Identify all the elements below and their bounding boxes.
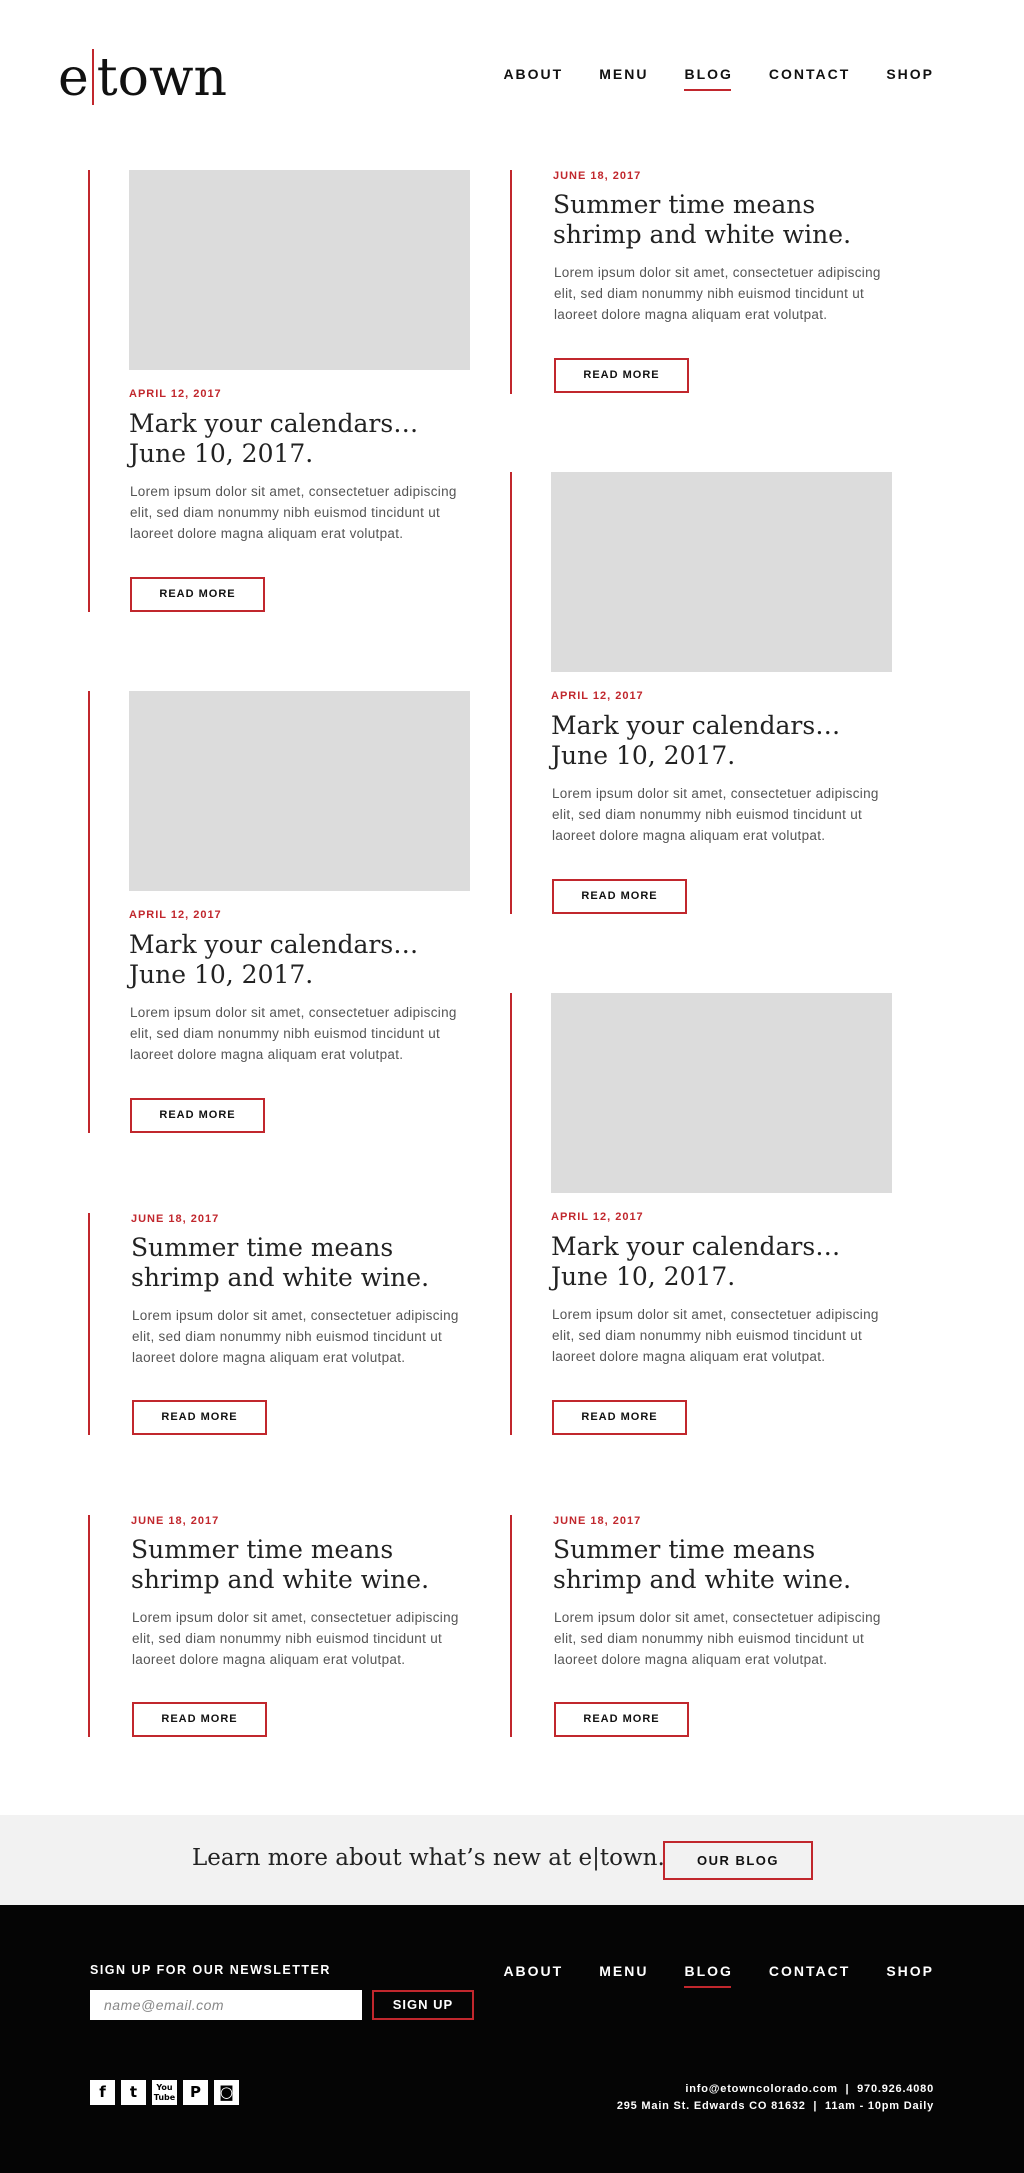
post-image-placeholder[interactable] [551,472,892,672]
newsletter-email-input[interactable] [90,1990,362,2020]
logo-divider [91,49,94,105]
contact-info: info@etowncolorado.com | 970.926.4080 29… [617,2081,934,2115]
newsletter-label: SIGN UP FOR OUR NEWSLETTER [90,1963,331,1977]
read-more-button[interactable]: READ MORE [554,1702,689,1737]
site-footer: SIGN UP FOR OUR NEWSLETTER SIGN UP ABOUT… [0,1905,1024,2173]
post-image-placeholder[interactable] [551,993,892,1193]
logo-left-text: e [58,48,89,108]
post-date: APRIL 12, 2017 [129,909,222,921]
blog-post-card: JUNE 18, 2017 Summer time means shrimp a… [88,1515,488,1737]
facebook-icon[interactable]: f [90,2080,115,2105]
post-excerpt: Lorem ipsum dolor sit amet, consectetuer… [554,265,881,322]
post-image-placeholder[interactable] [129,691,470,891]
nav-item-menu[interactable]: MENU [599,66,648,88]
post-title[interactable]: Mark your calendars… June 10, 2017. [129,409,469,469]
post-title[interactable]: Summer time means shrimp and white wine. [131,1535,471,1595]
cta-text: Learn more about what’s new at e|town. [192,1845,665,1871]
blog-post-card: APRIL 12, 2017 Mark your calendars… June… [88,170,488,612]
logo-right-text: town [96,48,227,108]
our-blog-button[interactable]: OUR BLOG [663,1841,813,1880]
post-date: JUNE 18, 2017 [553,1515,642,1527]
post-excerpt: Lorem ipsum dolor sit amet, consectetuer… [130,1005,457,1062]
read-more-button[interactable]: READ MORE [132,1400,267,1435]
etown-logo[interactable]: e town [58,48,227,108]
post-title[interactable]: Mark your calendars… June 10, 2017. [551,711,891,771]
post-title[interactable]: Mark your calendars… June 10, 2017. [551,1232,891,1292]
read-more-button[interactable]: READ MORE [132,1702,267,1737]
post-accent-line [88,170,90,612]
post-excerpt: Lorem ipsum dolor sit amet, consectetuer… [554,1610,881,1667]
pinterest-icon[interactable]: P [183,2080,208,2105]
blog-post-card: APRIL 12, 2017 Mark your calendars… June… [510,472,910,914]
post-title[interactable]: Mark your calendars… June 10, 2017. [129,930,469,990]
main-nav: ABOUT MENU BLOG CONTACT SHOP [467,66,934,91]
footer-nav-item-shop[interactable]: SHOP [886,1963,934,1985]
nav-item-about[interactable]: ABOUT [503,66,563,88]
sign-up-button[interactable]: SIGN UP [372,1990,474,2020]
blog-post-card: JUNE 18, 2017 Summer time means shrimp a… [88,1213,488,1435]
read-more-button[interactable]: READ MORE [552,1400,687,1435]
social-links: f t You Tube P ◙ [90,2080,239,2105]
post-date: APRIL 12, 2017 [551,1211,644,1223]
post-accent-line [510,472,512,914]
footer-nav-item-blog[interactable]: BLOG [684,1963,732,1988]
nav-item-contact[interactable]: CONTACT [769,66,850,88]
post-excerpt: Lorem ipsum dolor sit amet, consectetuer… [130,484,457,541]
twitter-icon[interactable]: t [121,2080,146,2105]
nav-item-blog[interactable]: BLOG [684,66,732,91]
post-accent-line [510,1515,512,1737]
footer-nav-item-about[interactable]: ABOUT [503,1963,563,1985]
post-accent-line [88,1213,90,1435]
instagram-icon[interactable]: ◙ [214,2080,239,2105]
post-excerpt: Lorem ipsum dolor sit amet, consectetuer… [132,1308,459,1365]
post-accent-line [510,170,512,394]
post-title[interactable]: Summer time means shrimp and white wine. [553,1535,893,1595]
footer-nav-item-contact[interactable]: CONTACT [769,1963,850,1985]
post-excerpt: Lorem ipsum dolor sit amet, consectetuer… [552,786,879,843]
footer-nav: ABOUT MENU BLOG CONTACT SHOP [467,1963,934,1988]
site-header: e town ABOUT MENU BLOG CONTACT SHOP [0,0,1024,150]
post-image-placeholder[interactable] [129,170,470,370]
blog-cta-band: Learn more about what’s new at e|town. O… [0,1815,1024,1905]
blog-post-card: JUNE 18, 2017 Summer time means shrimp a… [510,1515,910,1737]
read-more-button[interactable]: READ MORE [554,358,689,393]
read-more-button[interactable]: READ MORE [552,879,687,914]
post-date: JUNE 18, 2017 [553,170,642,182]
contact-address-hours: 295 Main St. Edwards CO 81632 | 11am - 1… [616,2100,934,2112]
post-accent-line [510,993,512,1435]
post-title[interactable]: Summer time means shrimp and white wine. [553,190,893,250]
read-more-button[interactable]: READ MORE [130,577,265,612]
youtube-icon[interactable]: You Tube [152,2080,177,2105]
post-date: JUNE 18, 2017 [131,1213,220,1225]
post-excerpt: Lorem ipsum dolor sit amet, consectetuer… [132,1610,459,1667]
post-title[interactable]: Summer time means shrimp and white wine. [131,1233,471,1293]
nav-item-shop[interactable]: SHOP [886,66,934,88]
post-excerpt: Lorem ipsum dolor sit amet, consectetuer… [552,1307,879,1364]
blog-post-card: JUNE 18, 2017 Summer time means shrimp a… [510,170,910,394]
footer-nav-item-menu[interactable]: MENU [599,1963,648,1985]
blog-post-card: APRIL 12, 2017 Mark your calendars… June… [88,691,488,1133]
post-date: JUNE 18, 2017 [131,1515,220,1527]
post-accent-line [88,691,90,1133]
post-date: APRIL 12, 2017 [129,388,222,400]
read-more-button[interactable]: READ MORE [130,1098,265,1133]
post-accent-line [88,1515,90,1737]
contact-email-phone[interactable]: info@etowncolorado.com | 970.926.4080 [617,2081,934,2098]
blog-post-card: APRIL 12, 2017 Mark your calendars… June… [510,993,910,1435]
post-date: APRIL 12, 2017 [551,690,644,702]
